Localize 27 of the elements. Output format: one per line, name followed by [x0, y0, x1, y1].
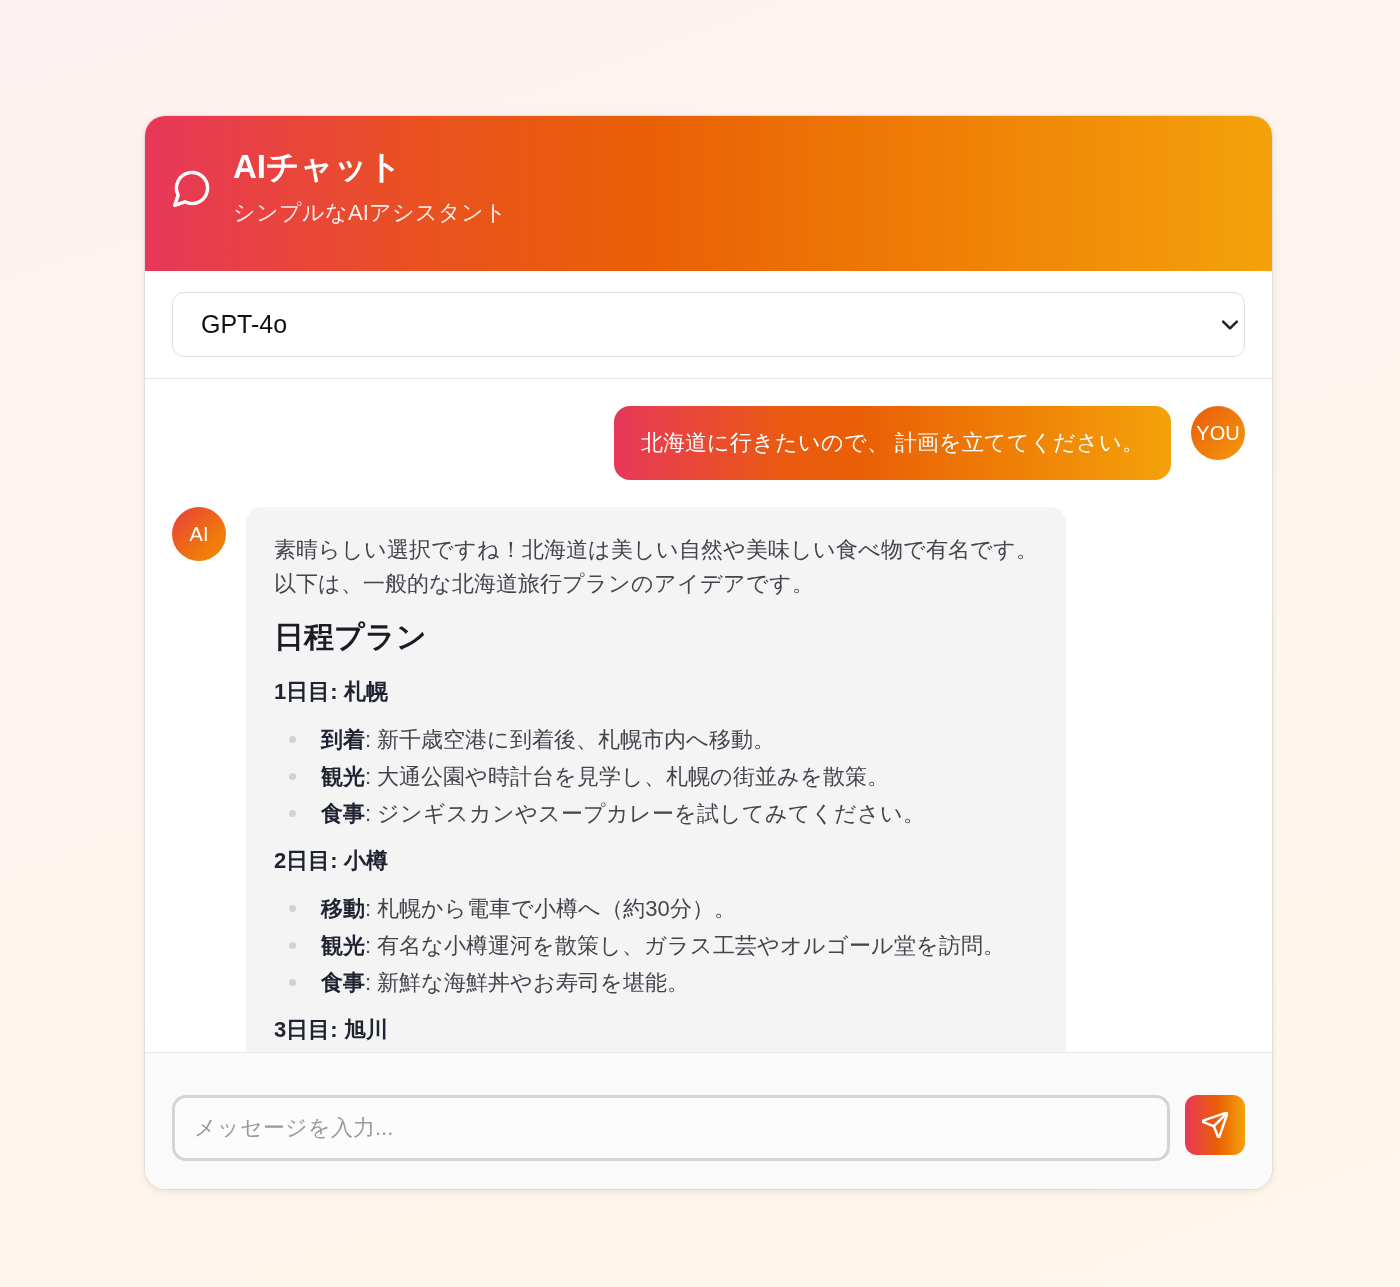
model-select[interactable]: GPT-4o [172, 292, 1245, 357]
day-heading: 1日目: 札幌 [274, 678, 389, 706]
assistant-avatar: AI [172, 507, 226, 561]
bullet-icon [289, 905, 296, 912]
bullet-icon [289, 810, 296, 817]
chat-bubble-icon [173, 168, 211, 207]
app-title: AIチャット [233, 147, 403, 187]
send-icon [1202, 1112, 1228, 1138]
bullet-icon [289, 979, 296, 986]
bullet-icon [289, 773, 296, 780]
list-item-text: 観光: 有名な小樽運河を散策し、ガラス工芸やオルゴール堂を訪問。 [321, 932, 1006, 960]
list-item-text: 食事: 新鮮な海鮮丼やお寿司を堪能。 [321, 969, 690, 997]
day-heading: 2日目: 小樽 [274, 847, 389, 875]
app-subtitle: シンプルなAIアシスタント [233, 199, 507, 227]
list-item-text: 移動: 札幌から電車で小樽へ（約30分）。 [321, 895, 736, 923]
bullet-icon [289, 942, 296, 949]
section-heading: 日程プラン [274, 619, 428, 655]
user-avatar: YOU [1191, 406, 1245, 460]
day-heading: 3日目: 旭川 [274, 1016, 389, 1044]
list-item-text: 観光: 大通公園や時計台を見学し、札幌の街並みを散策。 [321, 763, 890, 791]
message-input[interactable]: メッセージを入力... [172, 1095, 1170, 1161]
message-text: 素晴らしい選択ですね！北海道は美しい自然や美味しい食べ物で有名です。 以下は、一般的な北海道旅行プランのアイデアです。 [274, 536, 1038, 598]
send-button[interactable] [1185, 1095, 1245, 1155]
list-item-text: 到着: 新千歳空港に到着後、札幌市内へ移動。 [321, 726, 776, 754]
list-item-text: 食事: ジンギスカンやスープカレーを試してみてください。 [321, 800, 926, 828]
user-message: 北海道に行きたいので、 計画を立ててください。 [613, 406, 1171, 480]
bullet-icon [289, 736, 296, 743]
